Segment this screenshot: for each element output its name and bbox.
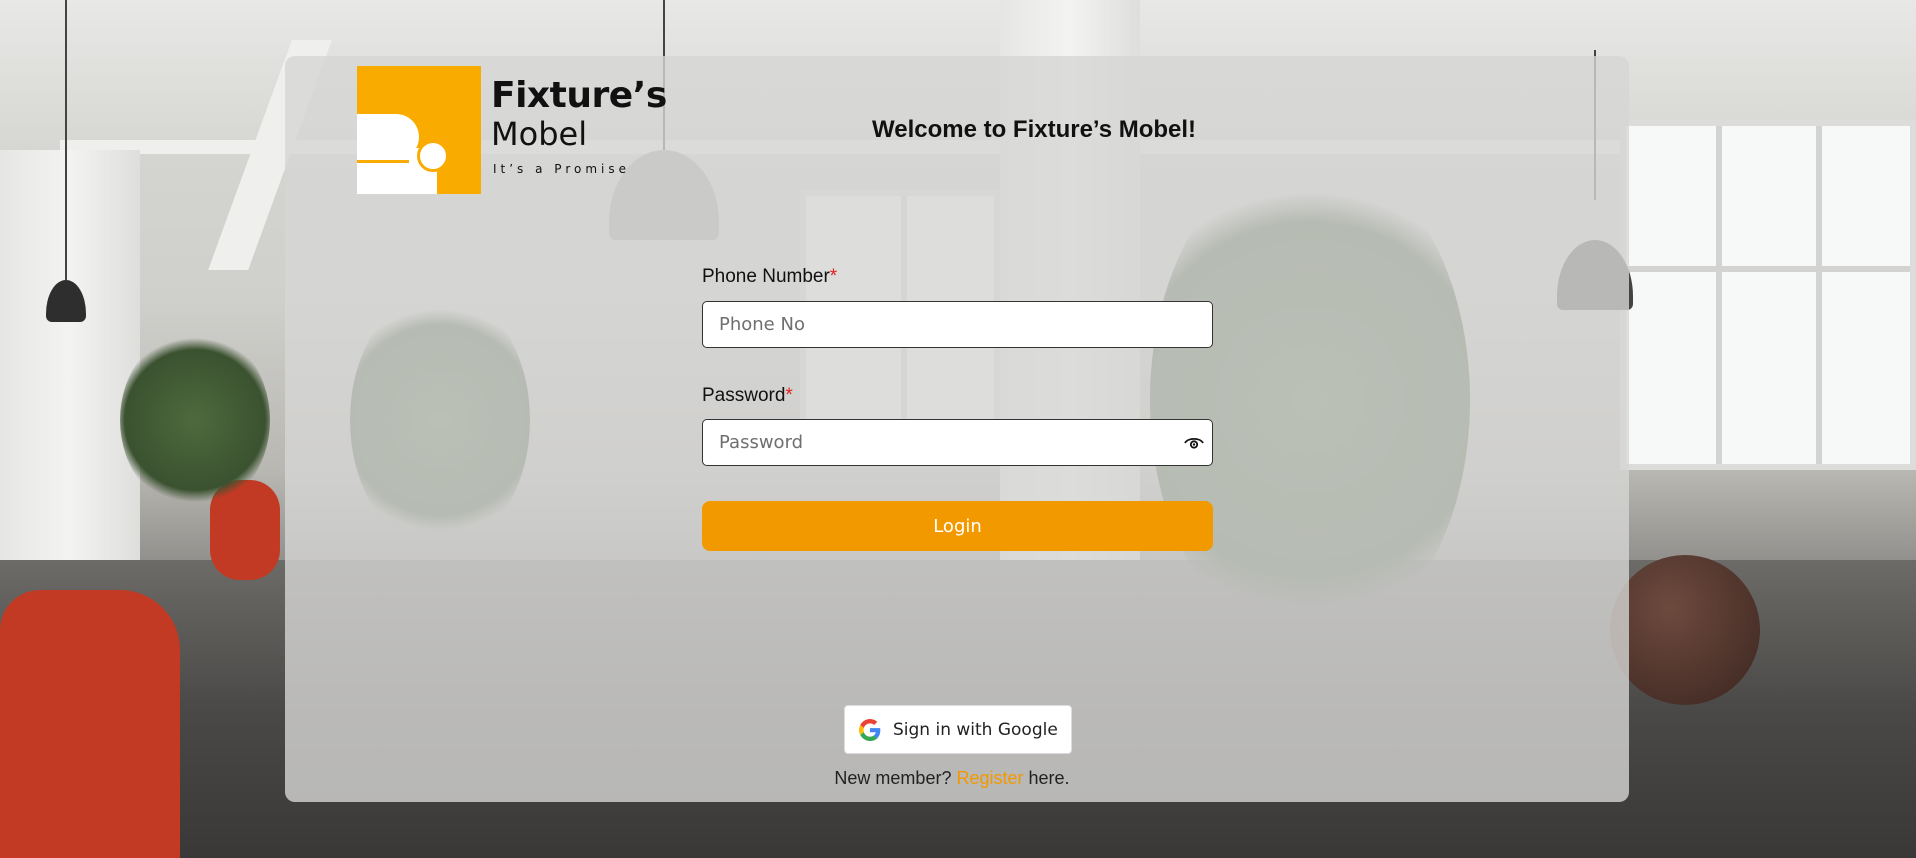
- phone-label: Phone Number*: [702, 266, 837, 288]
- password-input[interactable]: [703, 420, 1212, 465]
- brand-tagline: It’s a Promise: [493, 162, 630, 176]
- login-card: Fixture’s Mobel It’s a Promise Welcome t…: [285, 56, 1629, 802]
- required-mark: *: [785, 385, 793, 406]
- brand-logo: Fixture’s Mobel It’s a Promise: [357, 66, 667, 196]
- eye-icon[interactable]: [1184, 436, 1204, 450]
- phone-input[interactable]: [703, 302, 1212, 347]
- password-label: Password*: [702, 385, 793, 407]
- register-link[interactable]: Register: [956, 768, 1023, 788]
- google-icon: [859, 718, 881, 741]
- sofa-icon: [357, 66, 481, 194]
- brand-name: Fixture’s: [491, 75, 667, 116]
- brand-sub: Mobel: [491, 115, 588, 153]
- register-prefix: New member?: [834, 768, 952, 788]
- register-suffix: here.: [1028, 768, 1070, 788]
- login-button[interactable]: Login: [702, 501, 1213, 551]
- phone-label-text: Phone Number: [702, 266, 830, 287]
- phone-field[interactable]: [702, 301, 1213, 348]
- password-label-text: Password: [702, 385, 786, 406]
- google-signin-label: Sign in with Google: [893, 719, 1058, 740]
- password-field[interactable]: [702, 419, 1213, 466]
- google-signin-button[interactable]: Sign in with Google: [844, 705, 1072, 754]
- required-mark: *: [829, 266, 838, 287]
- register-prompt: New member? Register here.: [285, 768, 1629, 789]
- page-title: Welcome to Fixture’s Mobel!: [872, 116, 1197, 143]
